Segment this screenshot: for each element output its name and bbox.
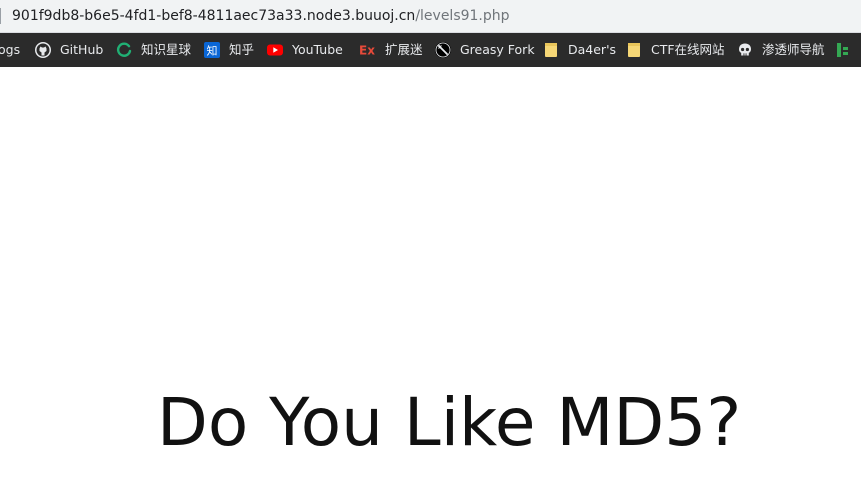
bookmark-label: 渗透师导航 [762, 42, 825, 57]
bookmarks-bar: ogs GitHub 知识星球 知 知乎 YouTube Ex 扩展迷 Grea… [0, 33, 861, 67]
greasyfork-icon [435, 42, 451, 58]
url-field[interactable]: 901f9db8-b6e5-4fd1-bef8-4811aec73a33.nod… [12, 7, 510, 25]
bookmark-label: 知乎 [229, 42, 255, 57]
url-host: 901f9db8-b6e5-4fd1-bef8-4811aec73a33.nod… [12, 8, 416, 24]
bookmark-greasyfork[interactable]: Greasy Fork [435, 33, 535, 67]
bookmark-folder-ctf[interactable]: CTF在线网站 [627, 33, 725, 67]
bookmark-blogs[interactable]: ogs [0, 33, 20, 67]
bookmark-label: YouTube [292, 42, 343, 57]
folder-icon [544, 42, 558, 58]
folder-icon [627, 42, 641, 58]
bookmark-label: ogs [0, 42, 21, 57]
page-content: Do You Like MD5? [0, 67, 861, 491]
address-bar-divider [0, 8, 1, 24]
bookmark-label: Da4er's [568, 42, 617, 57]
green-bookmark-icon [836, 42, 852, 58]
bookmark-shentoushi[interactable]: 渗透师导航 [737, 33, 825, 67]
svg-text:知: 知 [207, 44, 218, 58]
bookmark-label: GitHub [60, 42, 104, 57]
bookmark-kuozhanmi[interactable]: Ex 扩展迷 [359, 33, 423, 67]
bookmark-label: CTF在线网站 [651, 42, 725, 57]
youtube-icon [267, 42, 283, 58]
svg-text:Ex: Ex [359, 44, 375, 58]
github-icon [35, 42, 51, 58]
bookmark-zhihu[interactable]: 知 知乎 [204, 33, 254, 67]
bookmark-youtube[interactable]: YouTube [267, 33, 343, 67]
page-headline: Do You Like MD5? [157, 384, 742, 461]
bookmark-label: 扩展迷 [385, 42, 423, 57]
bookmark-github[interactable]: GitHub [35, 33, 103, 67]
address-bar[interactable]: 901f9db8-b6e5-4fd1-bef8-4811aec73a33.nod… [0, 0, 861, 33]
bookmark-zsxq[interactable]: 知识星球 [116, 33, 191, 67]
zhihu-icon: 知 [204, 42, 220, 58]
url-path: /levels91.php [415, 8, 510, 24]
zsxq-icon [116, 42, 132, 58]
bookmark-green[interactable] [836, 33, 861, 67]
bookmark-label: 知识星球 [141, 42, 192, 57]
bookmark-folder-da4ers[interactable]: Da4er's [544, 33, 616, 67]
bookmark-label: Greasy Fork [460, 42, 535, 57]
skull-icon [737, 42, 753, 58]
ex-icon: Ex [359, 42, 376, 58]
